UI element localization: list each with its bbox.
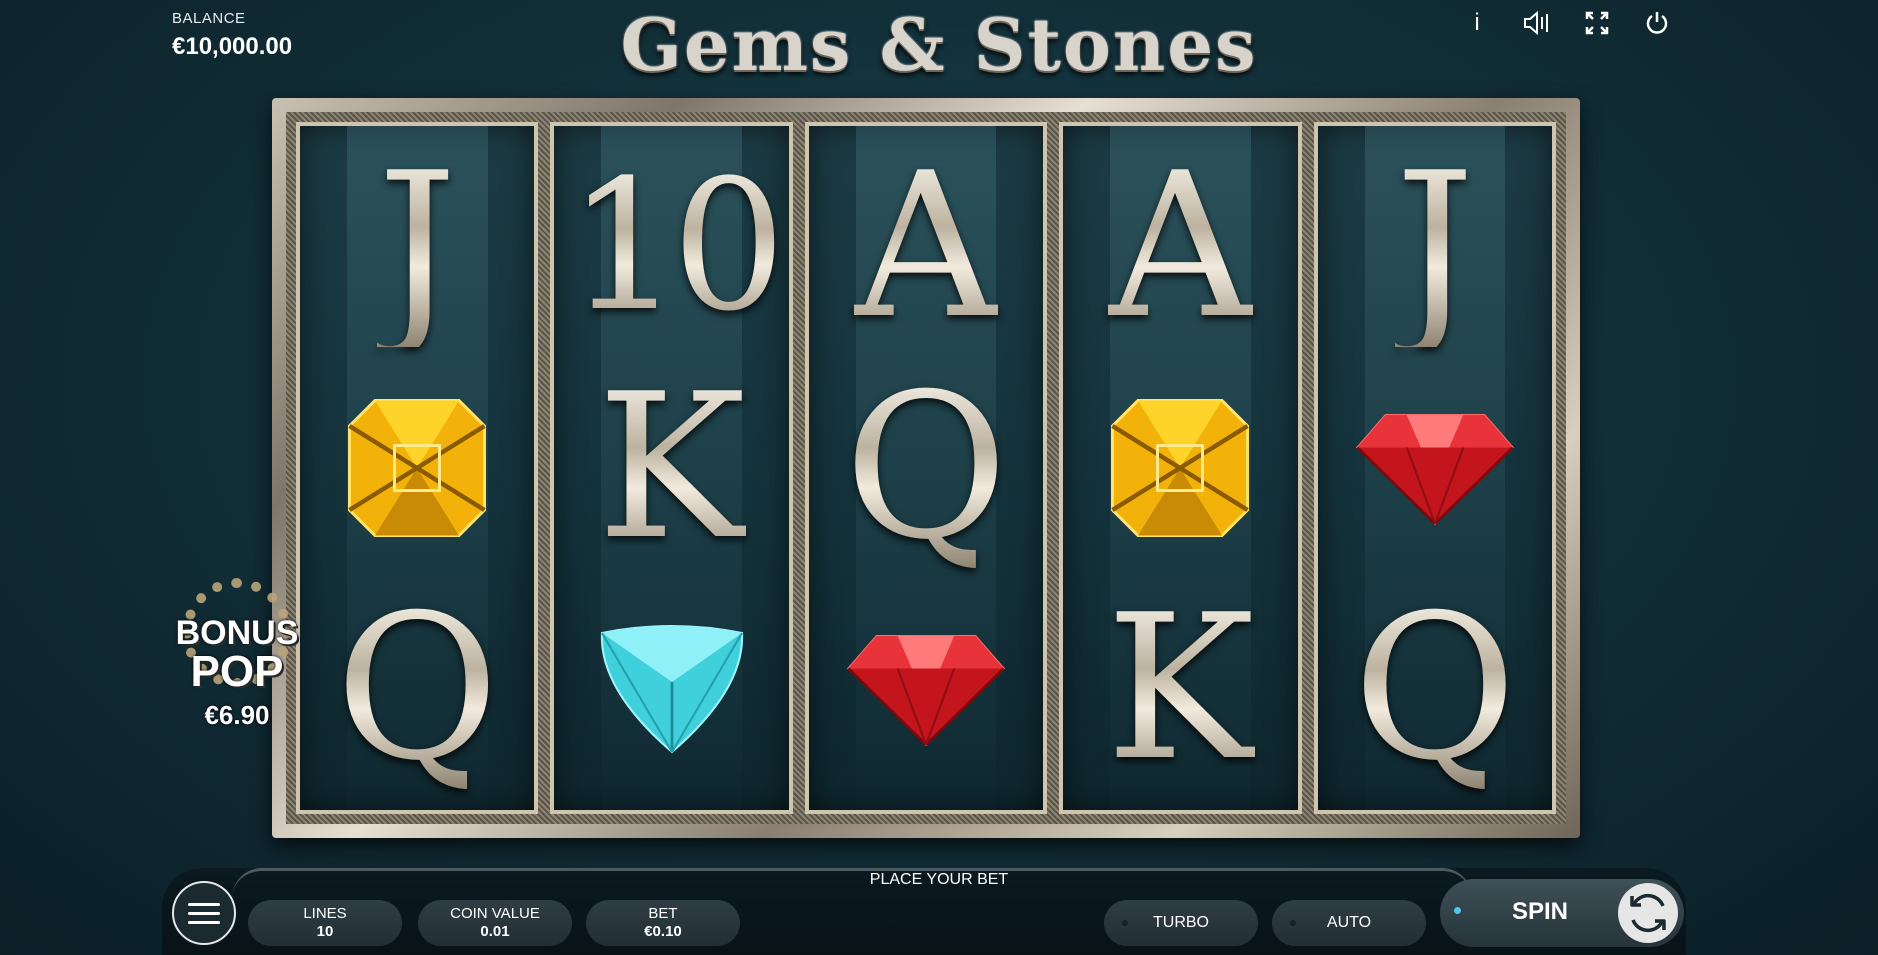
spin-refresh-icon[interactable] — [1618, 883, 1678, 943]
lines-value: 10 — [316, 923, 334, 940]
reel-1: J Q — [296, 122, 539, 814]
symbol-a: A — [854, 137, 998, 357]
info-icon[interactable]: i — [1462, 8, 1492, 38]
lines-label: LINES — [303, 905, 347, 922]
symbol-k: K — [1106, 579, 1255, 799]
auto-toggle[interactable]: AUTO — [1272, 900, 1426, 946]
symbol-letter: A — [853, 129, 999, 363]
reel-2: 10 K — [550, 122, 793, 814]
lines-button[interactable]: LINES 10 — [248, 900, 402, 946]
symbol-letter: Q — [335, 572, 500, 806]
symbol-letter: J — [377, 129, 458, 363]
hamburger-icon-line — [188, 920, 220, 924]
yellow-gem-icon — [342, 358, 492, 578]
hamburger-icon-line — [188, 911, 220, 915]
bonus-line1: BONUS — [175, 614, 299, 652]
bet-value: €0.10 — [644, 923, 682, 940]
turbo-indicator — [1122, 920, 1128, 926]
coin-value-value: 0.01 — [480, 923, 510, 940]
bet-label: BET — [648, 905, 678, 922]
reel-4: A K — [1059, 122, 1302, 814]
symbol-10: 10 — [567, 137, 786, 357]
fullscreen-icon[interactable] — [1582, 8, 1612, 38]
symbol-letter: Q — [1352, 572, 1517, 806]
power-icon[interactable] — [1642, 8, 1672, 38]
coin-value-button[interactable]: COIN VALUE 0.01 — [418, 900, 572, 946]
red-gem-icon — [841, 579, 1011, 799]
menu-button[interactable] — [172, 881, 236, 945]
sound-icon[interactable] — [1522, 8, 1552, 38]
symbol-letter: K — [596, 350, 747, 584]
symbol-j: J — [1395, 137, 1475, 357]
symbol-a: A — [1108, 137, 1252, 357]
auto-indicator — [1290, 920, 1296, 926]
spin-indicator — [1454, 907, 1461, 914]
symbol-q: Q — [844, 358, 1008, 578]
symbol-q: Q — [335, 579, 499, 799]
coin-value-label: COIN VALUE — [450, 905, 540, 922]
bet-button[interactable]: BET €0.10 — [586, 900, 740, 946]
symbol-q: Q — [1353, 579, 1517, 799]
spin-button[interactable]: SPIN — [1440, 879, 1684, 947]
spin-label: SPIN — [1512, 898, 1569, 925]
bonus-amount: €6.90 — [204, 700, 270, 730]
turbo-toggle[interactable]: TURBO — [1104, 900, 1258, 946]
symbol-letter: Q — [844, 350, 1008, 584]
yellow-gem-icon — [1105, 358, 1255, 578]
top-icons: i — [1462, 8, 1672, 38]
symbol-letter: 10 — [567, 141, 786, 351]
reel-3: AQ — [804, 122, 1048, 814]
symbol-j: J — [377, 137, 457, 357]
symbol-letter: A — [1108, 129, 1253, 363]
symbol-k: K — [597, 358, 746, 578]
bonus-pop[interactable]: BONUS POP €6.90 — [172, 578, 302, 738]
blue-gem-icon — [587, 579, 757, 799]
hamburger-icon — [188, 902, 220, 906]
symbol-letter: J — [1394, 129, 1475, 363]
reels: J Q 10 K AQ A KJ Q — [286, 112, 1566, 824]
reel-5: J Q — [1313, 122, 1557, 814]
reel-frame: J Q 10 K AQ A KJ Q — [272, 98, 1580, 838]
symbol-letter: K — [1105, 572, 1256, 806]
bonus-line2: POP — [190, 647, 284, 696]
red-gem-icon — [1350, 358, 1520, 578]
